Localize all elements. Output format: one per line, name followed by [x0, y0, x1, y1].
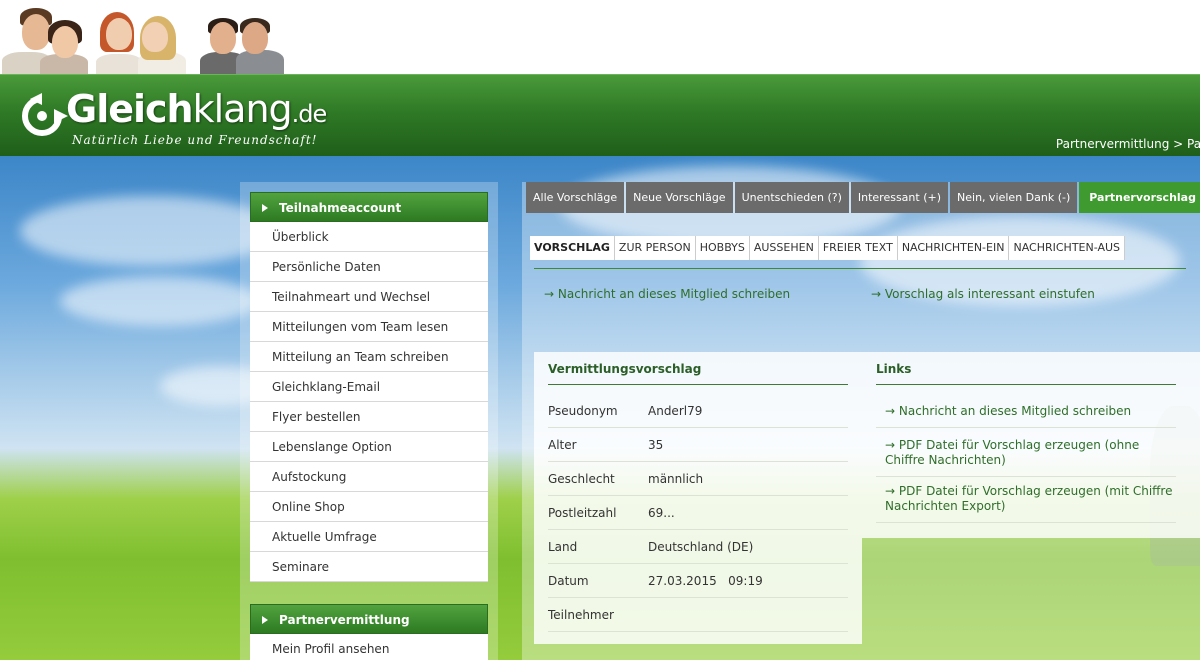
account-menu: Teilnahmeaccount Überblick Persönliche D… [250, 192, 488, 582]
detail-row-postleitzahl: Postleitzahl 69... [548, 496, 848, 530]
sidebar-item-flyer[interactable]: Flyer bestellen [250, 402, 488, 432]
triangle-right-icon [262, 616, 268, 624]
detail-row-geschlecht: Geschlecht männlich [548, 462, 848, 496]
proposal-details-panel: Vermittlungsvorschlag Pseudonym Anderl79… [534, 352, 862, 644]
partner-menu: Partnervermittlung Mein Profil ansehen [250, 604, 488, 660]
tab-nein-danke[interactable]: Nein, vielen Dank (-) [950, 182, 1078, 213]
tab-interessant[interactable]: Interessant (+) [850, 182, 949, 213]
write-message-link[interactable]: → Nachricht an dieses Mitglied schreiben [544, 287, 790, 301]
profile-sub-tabs: VORSCHLAG ZUR PERSON HOBBYS AUSSEHEN FRE… [530, 236, 1126, 260]
subtab-nachrichten-ein[interactable]: NACHRICHTEN-EIN [897, 236, 1010, 260]
panel-divider [548, 384, 848, 385]
link-pdf-ohne-chiffre[interactable]: → PDF Datei für Vorschlag erzeugen (ohne… [876, 438, 1176, 477]
link-write-message[interactable]: → Nachricht an dieses Mitglied schreiben [876, 404, 1176, 428]
tab-neue-vorschlaege[interactable]: Neue Vorschläge [626, 182, 733, 213]
sidebar-item-persoenliche-daten[interactable]: Persönliche Daten [250, 252, 488, 282]
sidebar-item-aufstockung[interactable]: Aufstockung [250, 462, 488, 492]
couple-photo-1 [0, 4, 90, 74]
sidebar-item-mein-profil[interactable]: Mein Profil ansehen [250, 634, 488, 660]
link-pdf-mit-chiffre[interactable]: → PDF Datei für Vorschlag erzeugen (mit … [876, 484, 1176, 523]
sidebar-item-online-shop[interactable]: Online Shop [250, 492, 488, 522]
sidebar: Teilnahmeaccount Überblick Persönliche D… [240, 182, 498, 660]
site-header: Gleichklang.de Natürlich Liebe und Freun… [0, 74, 1200, 156]
sub-tabs-divider [534, 268, 1186, 269]
subtab-hobbys[interactable]: HOBBYS [695, 236, 750, 260]
detail-row-alter: Alter 35 [548, 428, 848, 462]
sidebar-item-umfrage[interactable]: Aktuelle Umfrage [250, 522, 488, 552]
subtab-nachrichten-aus[interactable]: NACHRICHTEN-AUS [1009, 236, 1126, 260]
triangle-right-icon [262, 204, 268, 212]
couple-photo-3 [196, 4, 286, 74]
links-panel: Links → Nachricht an dieses Mitglied sch… [862, 352, 1200, 538]
partner-menu-header[interactable]: Partnervermittlung [250, 604, 488, 634]
tab-alle-vorschlaege[interactable]: Alle Vorschläge [526, 182, 625, 213]
subtab-freier-text[interactable]: FREIER TEXT [818, 236, 898, 260]
mark-interesting-link[interactable]: → Vorschlag als interessant einstufen [871, 287, 1095, 301]
detail-row-pseudonym: Pseudonym Anderl79 [548, 394, 848, 428]
panel-divider [876, 384, 1176, 385]
sidebar-item-mitteilung-schreiben[interactable]: Mitteilung an Team schreiben [250, 342, 488, 372]
sidebar-item-lebenslange-option[interactable]: Lebenslange Option [250, 432, 488, 462]
account-menu-header[interactable]: Teilnahmeaccount [250, 192, 488, 222]
detail-row-teilnehmer: Teilnehmer [548, 598, 848, 632]
sidebar-item-ueberblick[interactable]: Überblick [250, 222, 488, 252]
proposal-tabs: Alle Vorschläge Neue Vorschläge Unentsch… [526, 182, 1200, 213]
header-photo-strip [0, 0, 1200, 74]
panel-title: Vermittlungsvorschlag [548, 362, 702, 376]
logo-wordmark: Gleichklang.de [66, 87, 327, 131]
logo-tagline: Natürlich Liebe und Freundschaft! [72, 133, 318, 147]
breadcrumb[interactable]: Partnervermittlung > Par [1056, 137, 1200, 151]
sidebar-item-email[interactable]: Gleichklang-Email [250, 372, 488, 402]
sidebar-item-teilnahmeart[interactable]: Teilnahmeart und Wechsel [250, 282, 488, 312]
site-logo[interactable]: Gleichklang.de Natürlich Liebe und Freun… [14, 83, 374, 151]
sidebar-item-mitteilungen-lesen[interactable]: Mitteilungen vom Team lesen [250, 312, 488, 342]
subtab-vorschlag[interactable]: VORSCHLAG [530, 236, 615, 260]
detail-row-datum: Datum 27.03.2015 09:19 [548, 564, 848, 598]
tab-unentschieden[interactable]: Unentschieden (?) [734, 182, 849, 213]
subtab-aussehen[interactable]: AUSSEHEN [749, 236, 819, 260]
subtab-zur-person[interactable]: ZUR PERSON [614, 236, 696, 260]
panel-title: Links [876, 362, 912, 376]
couple-photo-2 [94, 4, 190, 74]
tab-partnervorschlag[interactable]: Partnervorschlag [1079, 182, 1200, 213]
detail-row-land: Land Deutschland (DE) [548, 530, 848, 564]
main-content: Alle Vorschläge Neue Vorschläge Unentsch… [522, 182, 1200, 660]
logo-arrows-icon [22, 93, 68, 136]
sidebar-item-seminare[interactable]: Seminare [250, 552, 488, 582]
